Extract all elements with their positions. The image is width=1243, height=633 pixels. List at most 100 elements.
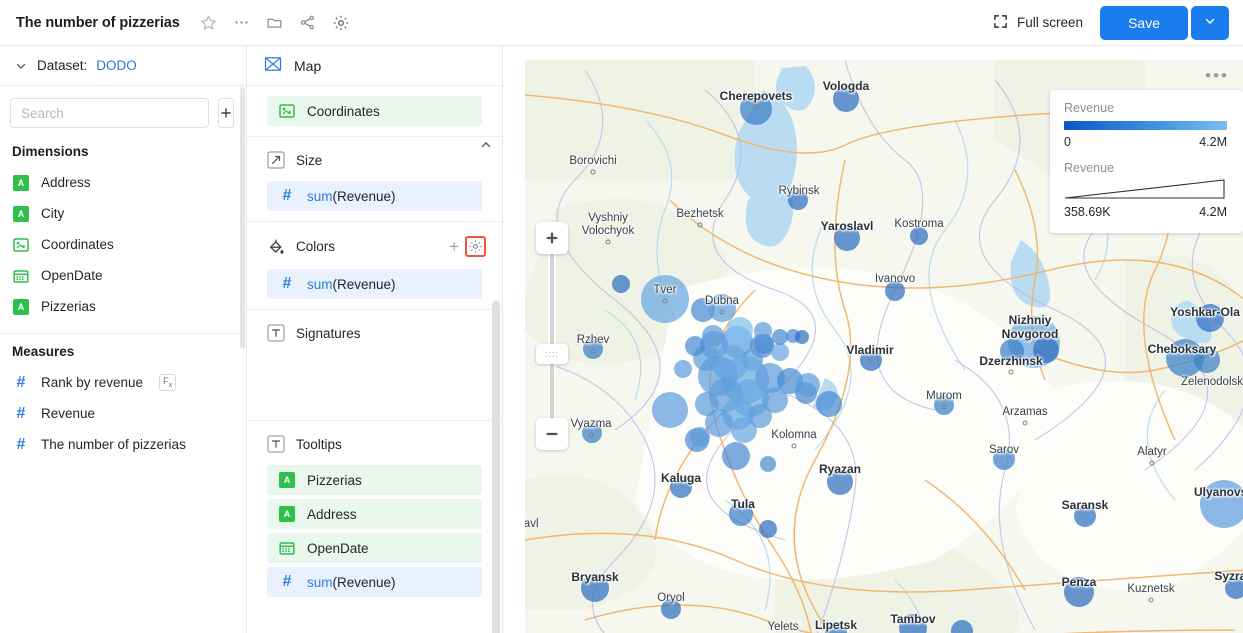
map-data-bubble[interactable] bbox=[833, 86, 859, 112]
zoom-out-button[interactable] bbox=[536, 418, 568, 450]
settings-section-coordinates: Coordinates bbox=[247, 86, 502, 137]
map-data-bubble[interactable] bbox=[1074, 505, 1096, 527]
field-chip-opendate[interactable]: OpenDate bbox=[267, 533, 482, 563]
map-data-bubble[interactable] bbox=[816, 391, 842, 417]
add-field-icon[interactable]: + bbox=[447, 238, 461, 255]
zoom-slider-track[interactable] bbox=[548, 238, 556, 434]
text-field-icon: A bbox=[13, 174, 29, 191]
map-data-bubble[interactable] bbox=[759, 520, 777, 538]
save-button-group: Save bbox=[1100, 5, 1229, 40]
map-data-bubble[interactable] bbox=[827, 469, 853, 495]
zoom-in-button[interactable] bbox=[536, 222, 568, 254]
map-data-bubble[interactable] bbox=[993, 448, 1015, 470]
dataset-name[interactable]: DODO bbox=[96, 58, 137, 73]
map-data-bubble[interactable] bbox=[760, 456, 776, 472]
field-chip-sum-revenue[interactable]: # sum(Revenue) bbox=[267, 567, 482, 597]
map-data-bubble[interactable] bbox=[772, 329, 788, 345]
dimension-item-address[interactable]: A Address bbox=[0, 167, 246, 198]
section-header-signatures: Signatures bbox=[247, 310, 502, 352]
hash-icon: # bbox=[282, 187, 292, 204]
map-data-bubble[interactable] bbox=[690, 427, 710, 447]
left-panel-scrollbar[interactable] bbox=[240, 87, 245, 349]
map-data-bubble[interactable] bbox=[708, 294, 736, 322]
dimension-item-city[interactable]: A City bbox=[0, 198, 246, 229]
field-chip-sum-revenue[interactable]: # sum(Revenue) bbox=[267, 181, 482, 211]
map-data-bubble[interactable] bbox=[796, 373, 820, 397]
dimension-item-pizzerias[interactable]: A Pizzerias bbox=[0, 291, 246, 322]
section-title: Colors bbox=[296, 239, 336, 254]
map-data-bubble[interactable] bbox=[1200, 480, 1243, 528]
dimension-item-coordinates[interactable]: Coordinates bbox=[0, 229, 246, 260]
chip-label: Pizzerias bbox=[307, 472, 362, 488]
map-data-bubble[interactable] bbox=[722, 442, 750, 470]
map-city-marker bbox=[588, 432, 594, 438]
map-data-bubble[interactable] bbox=[670, 476, 692, 498]
map-data-bubble[interactable] bbox=[731, 417, 757, 443]
gear-icon[interactable] bbox=[326, 8, 356, 38]
map-data-bubble[interactable] bbox=[702, 325, 724, 347]
fullscreen-label: Full screen bbox=[1017, 15, 1084, 30]
map-canvas[interactable]: Cherepovets Vologda Borovichi Rybinsk Bezhet… bbox=[525, 60, 1243, 633]
measure-item-rank-by-revenue[interactable]: # Rank by revenue Fx bbox=[0, 367, 246, 398]
map-data-bubble[interactable] bbox=[795, 330, 809, 344]
calendar-icon bbox=[13, 268, 29, 284]
measures-group: Measures # Rank by revenue Fx # Revenue # The … bbox=[0, 338, 246, 464]
colors-settings-gear-icon[interactable] bbox=[465, 236, 486, 257]
more-icon[interactable] bbox=[227, 8, 257, 38]
share-icon[interactable] bbox=[293, 8, 323, 38]
measure-item-revenue[interactable]: # Revenue bbox=[0, 398, 246, 429]
dataset-row[interactable]: Dataset: DODO bbox=[0, 46, 246, 86]
add-field-button[interactable] bbox=[218, 98, 234, 128]
section-actions: + bbox=[447, 236, 486, 257]
map-data-bubble[interactable] bbox=[729, 502, 753, 526]
map-data-bubble[interactable] bbox=[834, 225, 860, 251]
field-chip-address[interactable]: A Address bbox=[267, 499, 482, 529]
chart-type-row[interactable]: Map bbox=[247, 46, 502, 86]
field-label: City bbox=[41, 206, 65, 221]
map-data-bubble[interactable] bbox=[885, 281, 905, 301]
map-data-bubble[interactable] bbox=[1194, 347, 1220, 373]
dimension-item-opendate[interactable]: OpenDate bbox=[0, 260, 246, 291]
save-dropdown-button[interactable] bbox=[1191, 5, 1229, 40]
field-chip-sum-revenue[interactable]: # sum(Revenue) bbox=[267, 269, 482, 299]
field-chip-coordinates[interactable]: Coordinates bbox=[267, 96, 482, 126]
map-data-bubble[interactable] bbox=[1033, 337, 1059, 363]
star-icon[interactable] bbox=[194, 8, 224, 38]
map-city-marker bbox=[719, 309, 725, 315]
map-data-bubble[interactable] bbox=[661, 599, 681, 619]
section-header-colors: Colors + bbox=[247, 222, 502, 267]
chevron-down-icon[interactable] bbox=[14, 59, 28, 73]
zoom-slider-handle[interactable]: :::: bbox=[536, 344, 568, 364]
collapse-section-caret[interactable] bbox=[479, 138, 493, 157]
measure-item-the-number-of-pizzerias[interactable]: # The number of pizzerias bbox=[0, 429, 246, 460]
map-data-bubble[interactable] bbox=[727, 317, 753, 343]
field-label: OpenDate bbox=[41, 268, 103, 283]
legend-size-max: 4.2M bbox=[1199, 205, 1227, 219]
section-header-tooltips: Tooltips bbox=[247, 421, 502, 463]
map-data-bubble[interactable] bbox=[581, 574, 609, 602]
folder-icon[interactable] bbox=[260, 8, 290, 38]
map-data-bubble[interactable] bbox=[910, 227, 928, 245]
map-more-icon[interactable]: ••• bbox=[1205, 67, 1229, 84]
map-data-bubble[interactable] bbox=[754, 322, 772, 340]
map-data-bubble[interactable] bbox=[788, 190, 808, 210]
save-button[interactable]: Save bbox=[1100, 5, 1188, 40]
map-data-bubble[interactable] bbox=[1225, 577, 1243, 599]
map-data-bubble[interactable] bbox=[652, 392, 688, 428]
chip-field-name: (Revenue) bbox=[332, 574, 396, 590]
legend-color-values: 0 4.2M bbox=[1064, 135, 1227, 149]
search-row bbox=[0, 86, 246, 138]
search-input[interactable] bbox=[10, 98, 209, 128]
map-data-bubble[interactable] bbox=[1196, 304, 1224, 332]
map-data-bubble[interactable] bbox=[1000, 339, 1024, 363]
empty-drop-zone[interactable] bbox=[247, 352, 502, 410]
settings-panel-scrollbar[interactable] bbox=[492, 301, 500, 633]
fullscreen-button[interactable]: Full screen bbox=[986, 9, 1090, 37]
map-data-bubble[interactable] bbox=[674, 360, 692, 378]
map-data-bubble[interactable] bbox=[612, 275, 630, 293]
map-data-bubble[interactable] bbox=[771, 343, 789, 361]
map-data-bubble[interactable] bbox=[1064, 577, 1094, 607]
field-label: Pizzerias bbox=[41, 299, 96, 314]
field-chip-pizzerias[interactable]: A Pizzerias bbox=[267, 465, 482, 495]
dataset-panel: Dataset: DODO Dimensions A Address A City Co… bbox=[0, 46, 247, 633]
